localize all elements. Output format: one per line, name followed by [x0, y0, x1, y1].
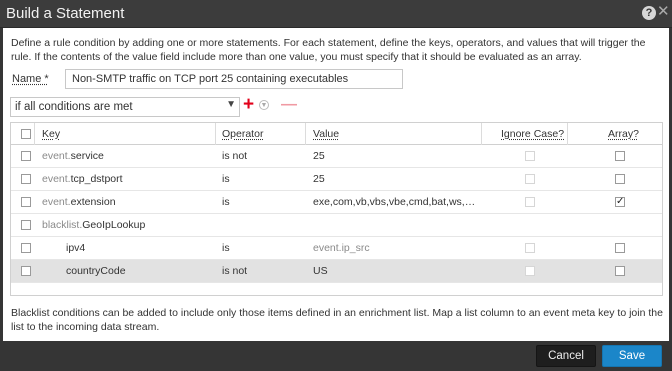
titlebar: Build a Statement ? ✕	[0, 0, 672, 28]
help-icon[interactable]: ?	[642, 6, 656, 20]
minus-icon[interactable]: —	[281, 97, 297, 113]
save-button[interactable]: Save	[602, 345, 662, 367]
table-row[interactable]: blacklist.GeoIpLookup	[11, 214, 662, 237]
column-divider	[567, 123, 568, 145]
column-divider	[34, 123, 35, 145]
header-key[interactable]: Key	[42, 128, 60, 140]
header-value[interactable]: Value	[313, 128, 339, 140]
blacklist-note: Blacklist conditions can be added to inc…	[11, 307, 663, 333]
row-operator[interactable]: is	[222, 242, 230, 254]
close-icon[interactable]: ✕	[657, 4, 670, 20]
row-key: blacklist.GeoIpLookup	[42, 219, 146, 231]
ignore-case-checkbox[interactable]	[525, 174, 535, 184]
select-all-checkbox[interactable]	[21, 129, 31, 139]
chevron-down-icon: ▼	[226, 99, 236, 110]
statements-table: Key Operator Value Ignore Case? Array? e…	[10, 122, 663, 296]
instructions-text: Define a rule condition by adding one or…	[11, 37, 646, 63]
row-operator[interactable]: is	[222, 173, 230, 185]
table-header: Key Operator Value Ignore Case? Array?	[11, 123, 662, 145]
row-select-checkbox[interactable]	[21, 151, 31, 161]
row-key: event.service	[42, 150, 104, 162]
row-key: ipv4	[66, 242, 86, 254]
column-divider	[305, 123, 306, 145]
table-row[interactable]: event.tcp_dstport is 25	[11, 168, 662, 191]
dialog-body: Define a rule condition by adding one or…	[3, 28, 669, 341]
table-row[interactable]: countryCode is not US	[11, 260, 662, 283]
condition-selected-value: if all conditions are met	[15, 101, 133, 113]
build-statement-dialog: Build a Statement ? ✕ Define a rule cond…	[0, 0, 672, 371]
row-operator[interactable]: is not	[222, 150, 247, 162]
plus-icon[interactable]: +	[243, 95, 254, 114]
row-value[interactable]: event.ip_src	[313, 242, 370, 254]
name-input[interactable]	[65, 69, 403, 89]
column-divider	[481, 123, 482, 145]
row-operator[interactable]: is not	[222, 265, 247, 277]
header-ignore-case[interactable]: Ignore Case?	[501, 128, 564, 140]
row-select-checkbox[interactable]	[21, 197, 31, 207]
header-array[interactable]: Array?	[608, 128, 639, 140]
row-select-checkbox[interactable]	[21, 243, 31, 253]
row-select-checkbox[interactable]	[21, 220, 31, 230]
ignore-case-checkbox[interactable]	[525, 151, 535, 161]
dialog-title: Build a Statement	[6, 5, 125, 22]
column-divider	[215, 123, 216, 145]
row-key: event.extension	[42, 196, 116, 208]
row-value[interactable]: 25	[313, 173, 325, 185]
cancel-button[interactable]: Cancel	[536, 345, 596, 367]
condition-dropdown[interactable]: if all conditions are met ▼	[10, 97, 240, 117]
row-key: countryCode	[66, 265, 126, 277]
ignore-case-checkbox[interactable]	[525, 266, 535, 276]
table-row[interactable]: event.extension is exe,com,vb,vbs,vbe,cm…	[11, 191, 662, 214]
row-value[interactable]: US	[313, 265, 328, 277]
header-operator[interactable]: Operator	[222, 128, 263, 140]
ignore-case-checkbox[interactable]	[525, 243, 535, 253]
row-select-checkbox[interactable]	[21, 174, 31, 184]
row-select-checkbox[interactable]	[21, 266, 31, 276]
array-checkbox[interactable]	[615, 266, 625, 276]
dialog-footer: Cancel Save	[0, 341, 672, 371]
add-options-chevron-icon[interactable]: ▼	[259, 100, 269, 110]
row-operator[interactable]: is	[222, 196, 230, 208]
row-key: event.tcp_dstport	[42, 173, 123, 185]
ignore-case-checkbox[interactable]	[525, 197, 535, 207]
array-checkbox[interactable]	[615, 174, 625, 184]
array-checkbox[interactable]	[615, 151, 625, 161]
row-value[interactable]: exe,com,vb,vbs,vbe,cmd,bat,ws,ws...	[313, 196, 478, 208]
name-label: Name *	[12, 73, 49, 85]
array-checkbox[interactable]: ✓	[615, 197, 625, 207]
row-value[interactable]: 25	[313, 150, 325, 162]
array-checkbox[interactable]	[615, 243, 625, 253]
table-row[interactable]: ipv4 is event.ip_src	[11, 237, 662, 260]
table-row[interactable]: event.service is not 25	[11, 145, 662, 168]
